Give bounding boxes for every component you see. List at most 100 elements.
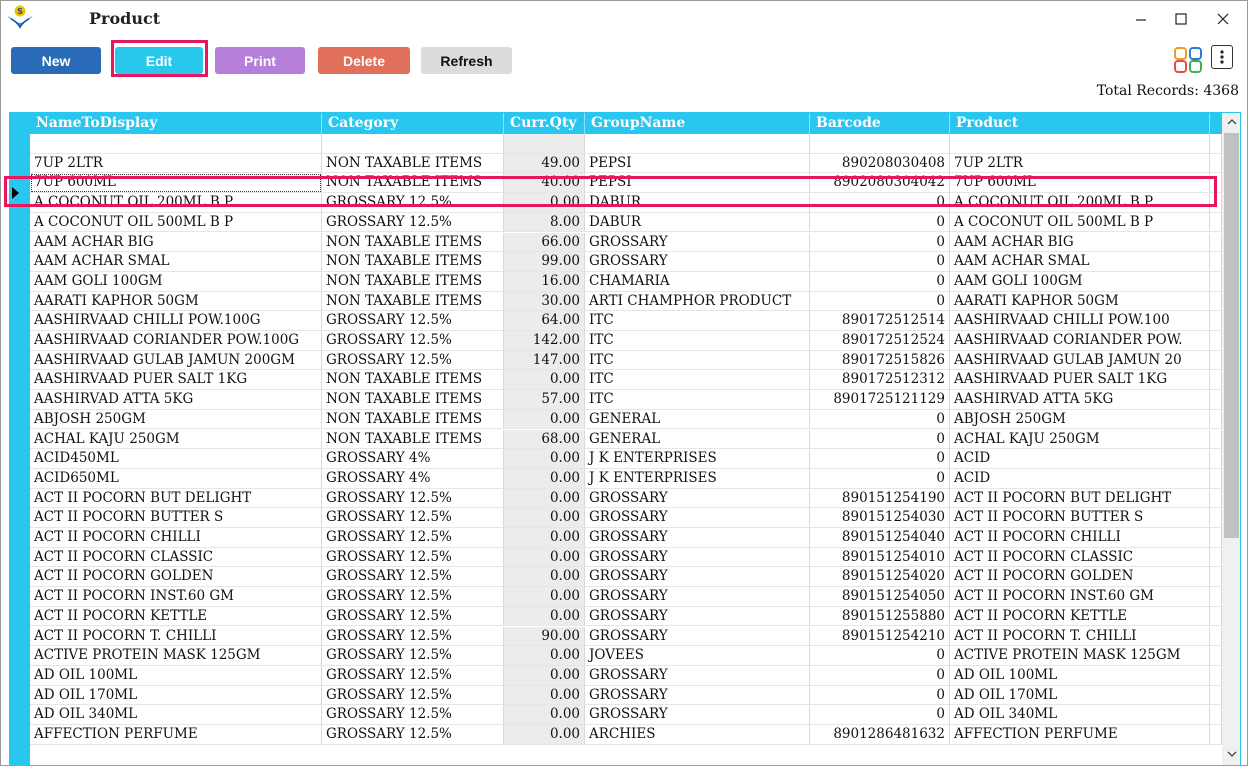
cell-qty[interactable]: 57.00 — [504, 390, 585, 410]
cell-qty[interactable]: 0.00 — [504, 587, 585, 607]
cell-category[interactable]: NON TAXABLE ITEMS — [322, 153, 504, 174]
cell-qty[interactable]: 64.00 — [504, 311, 585, 331]
table-row[interactable]: AASHIRVAAD GULAB JAMUN 200GM GROSSARY 12.… — [30, 350, 1222, 371]
filter-cell[interactable] — [30, 134, 322, 154]
cell-product[interactable]: A COCONUT OIL 500ML B P — [950, 212, 1210, 233]
cell-qty[interactable]: 66.00 — [504, 232, 585, 253]
cell-barcode[interactable]: 0 — [810, 665, 950, 686]
cell-extra[interactable] — [1210, 547, 1222, 568]
scroll-up-button[interactable] — [1222, 113, 1240, 131]
cell-category[interactable]: GROSSARY 12.5% — [322, 646, 504, 666]
cell-barcode[interactable]: 0 — [810, 212, 950, 233]
cell-barcode[interactable]: 0 — [810, 252, 950, 272]
refresh-button[interactable]: Refresh — [421, 47, 512, 74]
cell-product[interactable]: AASHIRVAAD CHILLI POW.100 — [950, 311, 1210, 331]
cell-name[interactable]: AFFECTION PERFUME — [30, 725, 322, 745]
cell-category[interactable]: NON TAXABLE ITEMS — [322, 252, 504, 272]
delete-button[interactable]: Delete — [318, 47, 410, 74]
table-row[interactable]: ACT II POCORN KETTLE GROSSARY 12.5% 0.00 GR… — [30, 606, 1222, 627]
cell-name[interactable]: ACT II POCORN KETTLE — [30, 606, 322, 627]
cell-name[interactable]: ABJOSH 250GM — [30, 409, 322, 430]
cell-qty[interactable]: 90.00 — [504, 626, 585, 647]
filter-cell[interactable] — [810, 134, 950, 154]
cell-product[interactable]: AASHIRVAAD PUER SALT 1KG — [950, 370, 1210, 391]
cell-extra[interactable] — [1210, 567, 1222, 588]
minimize-button[interactable] — [1121, 5, 1161, 33]
cell-extra[interactable] — [1210, 291, 1222, 312]
cell-barcode[interactable]: 890151254190 — [810, 488, 950, 509]
table-row[interactable]: ACT II POCORN T. CHILLI GROSSARY 12.5% 90.… — [30, 626, 1222, 647]
cell-group[interactable]: GROSSARY — [585, 488, 810, 509]
cell-barcode[interactable]: 890151254020 — [810, 567, 950, 588]
print-button[interactable]: Print — [215, 47, 305, 74]
cell-product[interactable]: ACT II POCORN KETTLE — [950, 606, 1210, 627]
cell-qty[interactable]: 147.00 — [504, 350, 585, 371]
column-header-barcode[interactable]: Barcode — [810, 113, 950, 134]
cell-product[interactable]: ACHAL KAJU 250GM — [950, 429, 1210, 450]
cell-group[interactable]: ITC — [585, 390, 810, 410]
cell-category[interactable]: GROSSARY 12.5% — [322, 212, 504, 233]
cell-product[interactable]: AFFECTION PERFUME — [950, 725, 1210, 745]
cell-category[interactable]: GROSSARY 12.5% — [322, 350, 504, 371]
cell-category[interactable]: GROSSARY 12.5% — [322, 626, 504, 647]
cell-group[interactable]: GROSSARY — [585, 567, 810, 588]
cell-group[interactable]: GROSSARY — [585, 547, 810, 568]
cell-barcode[interactable]: 0 — [810, 705, 950, 725]
cell-category[interactable]: GROSSARY 12.5% — [322, 606, 504, 627]
cell-product[interactable]: AARATI KAPHOR 50GM — [950, 291, 1210, 312]
cell-qty[interactable]: 49.00 — [504, 153, 585, 174]
cell-group[interactable]: J K ENTERPRISES — [585, 449, 810, 469]
cell-category[interactable]: GROSSARY 12.5% — [322, 725, 504, 745]
maximize-button[interactable] — [1161, 5, 1201, 33]
cell-category[interactable]: GROSSARY 12.5% — [322, 587, 504, 607]
cell-category[interactable]: NON TAXABLE ITEMS — [322, 409, 504, 430]
table-row[interactable]: AASHIRVAAD PUER SALT 1KG NON TAXABLE ITEM… — [30, 370, 1222, 391]
cell-barcode[interactable]: 890151254010 — [810, 547, 950, 568]
table-row[interactable]: AARATI KAPHOR 50GM NON TAXABLE ITEMS 30.00… — [30, 291, 1222, 312]
cell-qty[interactable]: 0.00 — [504, 685, 585, 706]
cell-qty[interactable]: 142.00 — [504, 331, 585, 351]
table-row[interactable]: ACID450ML GROSSARY 4% 0.00 J K ENTERPRISES 0… — [30, 449, 1222, 469]
cell-name[interactable]: 7UP 600ML — [30, 173, 322, 194]
cell-extra[interactable] — [1210, 350, 1222, 371]
cell-group[interactable]: GROSSARY — [585, 508, 810, 528]
cell-extra[interactable] — [1210, 488, 1222, 509]
cell-extra[interactable] — [1210, 370, 1222, 391]
cell-extra[interactable] — [1210, 725, 1222, 745]
cell-barcode[interactable]: 890172512514 — [810, 311, 950, 331]
cell-extra[interactable] — [1210, 331, 1222, 351]
close-button[interactable] — [1203, 5, 1243, 33]
cell-extra[interactable] — [1210, 429, 1222, 450]
table-row[interactable]: AASHIRVAAD CORIANDER POW.100G GROSSARY 12… — [30, 331, 1222, 351]
cell-group[interactable]: J K ENTERPRISES — [585, 468, 810, 489]
cell-product[interactable]: ACT II POCORN BUTTER S — [950, 508, 1210, 528]
cell-name[interactable]: AASHIRVAAD PUER SALT 1KG — [30, 370, 322, 391]
cell-product[interactable]: AASHIRVAAD GULAB JAMUN 20 — [950, 350, 1210, 371]
cell-qty[interactable]: 0.00 — [504, 508, 585, 528]
cell-barcode[interactable]: 0 — [810, 409, 950, 430]
cell-extra[interactable] — [1210, 173, 1222, 194]
cell-category[interactable]: GROSSARY 12.5% — [322, 567, 504, 588]
cell-extra[interactable] — [1210, 252, 1222, 272]
cell-name[interactable]: AARATI KAPHOR 50GM — [30, 291, 322, 312]
table-row[interactable]: 7UP 2LTR NON TAXABLE ITEMS 49.00 PEPSI 89020… — [30, 153, 1222, 174]
cell-name[interactable]: ACT II POCORN INST.60 GM — [30, 587, 322, 607]
cell-barcode[interactable]: 0 — [810, 685, 950, 706]
cell-extra[interactable] — [1210, 232, 1222, 253]
table-row[interactable]: AAM ACHAR BIG NON TAXABLE ITEMS 66.00 GROSS… — [30, 232, 1222, 253]
cell-name[interactable]: AAM GOLI 100GM — [30, 271, 322, 292]
grid-view-icon[interactable] — [1173, 46, 1205, 74]
table-row[interactable]: AFFECTION PERFUME GROSSARY 12.5% 0.00 ARCHI… — [30, 725, 1222, 745]
cell-group[interactable]: JOVEES — [585, 646, 810, 666]
column-header-category[interactable]: Category — [322, 113, 504, 134]
cell-category[interactable]: GROSSARY 4% — [322, 449, 504, 469]
cell-extra[interactable] — [1210, 626, 1222, 647]
cell-qty[interactable]: 0.00 — [504, 409, 585, 430]
table-row[interactable]: ACT II POCORN BUT DELIGHT GROSSARY 12.5% 0… — [30, 488, 1222, 509]
cell-product[interactable]: 7UP 600ML — [950, 173, 1210, 194]
cell-category[interactable]: NON TAXABLE ITEMS — [322, 429, 504, 450]
cell-category[interactable]: NON TAXABLE ITEMS — [322, 390, 504, 410]
cell-category[interactable]: GROSSARY 12.5% — [322, 705, 504, 725]
cell-group[interactable]: GROSSARY — [585, 705, 810, 725]
cell-name[interactable]: AD OIL 170ML — [30, 685, 322, 706]
